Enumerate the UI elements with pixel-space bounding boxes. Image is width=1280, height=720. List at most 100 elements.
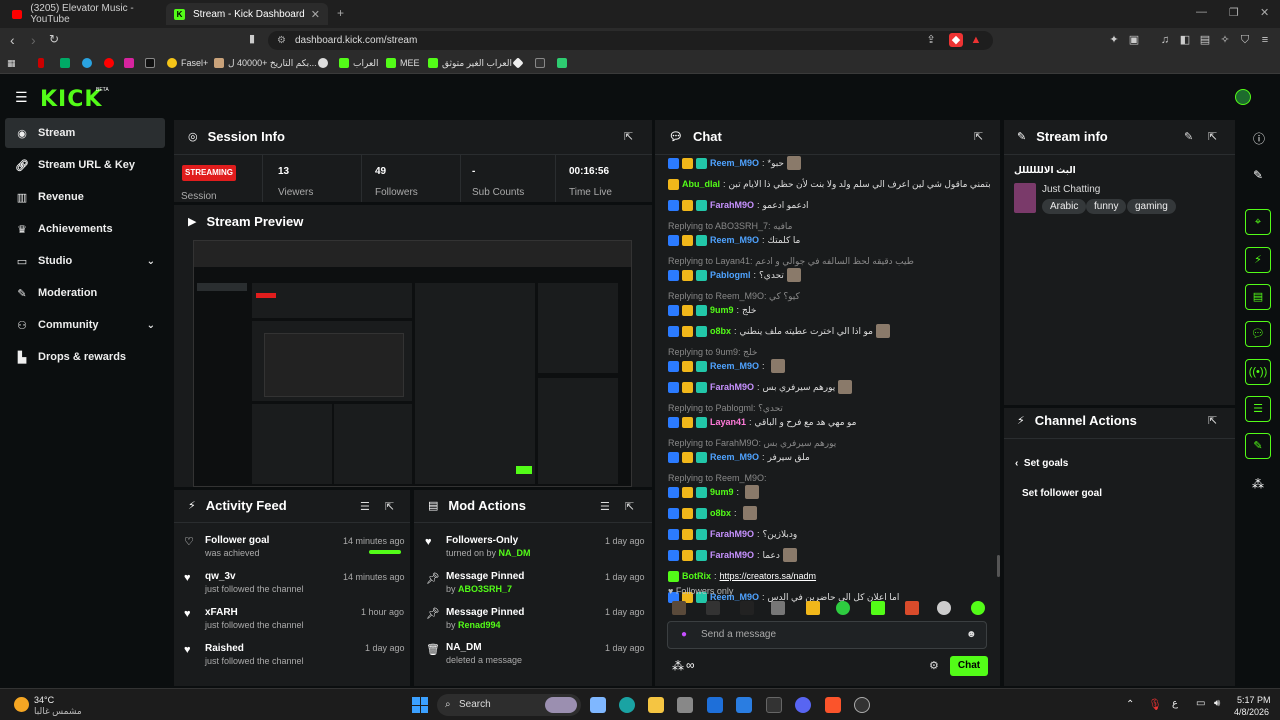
bookmark-fasel[interactable]: Fasel+: [167, 56, 208, 70]
chat-reply-context[interactable]: Replying to FarahM9O: يورهم سيرفري بس: [668, 438, 836, 449]
chat-username[interactable]: FarahM9O: [710, 529, 754, 539]
minimize-icon[interactable]: —: [1196, 6, 1207, 18]
chat-message[interactable]: FarahM9O: يورهم سيرفري بس: [668, 380, 853, 394]
bookmark-green-sq[interactable]: [557, 56, 571, 70]
network-icon[interactable]: ▭: [1196, 698, 1205, 709]
chat-message-text[interactable]: https://creators.sa/nadm: [720, 571, 817, 581]
outlook-icon[interactable]: [707, 697, 723, 713]
chat-username[interactable]: Reem_M9O: [710, 158, 759, 168]
clock-date[interactable]: 4/8/2026: [1234, 707, 1269, 717]
chat-message[interactable]: o8bx:: [668, 506, 757, 520]
send-chat-button[interactable]: Chat: [950, 656, 988, 676]
chat-username[interactable]: Reem_M9O: [710, 235, 759, 245]
windows-start-icon[interactable]: [412, 697, 428, 713]
file-explorer-icon[interactable]: [648, 697, 664, 713]
weather-icon[interactable]: [14, 697, 29, 712]
bookmark-alarab[interactable]: العراب: [339, 56, 379, 70]
extensions-icon[interactable]: ✦: [1107, 33, 1121, 47]
youtube-bookmark-icon[interactable]: [104, 56, 118, 70]
chat-reply-context[interactable]: Replying to ABO3SRH_7: مافيه: [668, 221, 792, 232]
vpn-icon[interactable]: ⛉: [1238, 33, 1252, 47]
chat-message-input[interactable]: ● Send a message ☻: [667, 621, 987, 649]
chat-message[interactable]: Reem_M9O: ملق سيرفر: [668, 450, 810, 464]
emote-icon[interactable]: [937, 601, 951, 615]
bookmark-icon-circle[interactable]: [318, 56, 332, 70]
chat-reply-context[interactable]: Replying to Layan41: طيب دقيقه لحظ السال…: [668, 256, 914, 267]
chat-username[interactable]: Abu_dlal: [682, 179, 720, 189]
mod-action-user[interactable]: ABO3SRH_7: [458, 584, 512, 594]
popout-icon[interactable]: ⇱: [1208, 414, 1217, 427]
media-icon[interactable]: ♫: [1158, 33, 1172, 47]
chat-message[interactable]: o8bx: مو اذا الي اخترت عطيته ملف ينطني: [668, 324, 890, 338]
bookmark-diamond[interactable]: [512, 56, 526, 70]
edge-icon[interactable]: [619, 697, 635, 713]
infinity-icon[interactable]: ∞: [686, 658, 695, 672]
chat-username[interactable]: Layan41: [710, 417, 746, 427]
popout-icon[interactable]: ⇱: [1208, 130, 1217, 143]
copilot-icon[interactable]: [590, 697, 606, 713]
brave-icon[interactable]: [825, 697, 841, 713]
chat-message[interactable]: FarahM9O: دعما: [668, 548, 797, 562]
rail-list-button[interactable]: ☰: [1245, 396, 1271, 422]
chat-reply-context[interactable]: Replying to 9um9: خلج: [668, 347, 757, 358]
site-info-icon[interactable]: ⚙: [277, 31, 286, 50]
chat-message[interactable]: Reem_M9O: ما كلمتك: [668, 233, 800, 247]
share-icon[interactable]: ⇪: [924, 33, 938, 47]
settings-gear-icon[interactable]: ⚙: [929, 659, 939, 672]
telegram-icon[interactable]: [82, 56, 96, 70]
microphone-tray-icon[interactable]: 🎙︎: [1148, 698, 1162, 711]
chat-username[interactable]: FarahM9O: [710, 550, 754, 560]
tiktok-icon[interactable]: [145, 56, 159, 70]
taskbar-search[interactable]: ⌕ Search: [437, 694, 581, 716]
sidebar-item-revenue[interactable]: ▥ Revenue: [5, 182, 165, 212]
sidebar-item-achievements[interactable]: ♛ Achievements: [5, 214, 165, 244]
set-goals-back[interactable]: ‹ Set goals: [1015, 458, 1068, 469]
bookmark-mee[interactable]: MEE: [386, 56, 420, 70]
user-avatar[interactable]: [1235, 89, 1251, 105]
bookmark-c[interactable]: [535, 56, 549, 70]
edit-icon[interactable]: ✎: [1253, 168, 1263, 182]
sidebar-item-drops-rewards[interactable]: ▙ Drops & rewards: [5, 342, 165, 372]
kick-logo[interactable]: KICK: [40, 87, 102, 112]
rail-raid-button[interactable]: ⌖: [1245, 209, 1271, 235]
tag-chip[interactable]: gaming: [1127, 199, 1176, 214]
clock-time[interactable]: 5:17 PM: [1237, 695, 1271, 705]
chat-username[interactable]: o8bx: [710, 508, 731, 518]
chat-message[interactable]: Pablogml: تحدي؟: [668, 268, 801, 282]
tag-chip[interactable]: Arabic: [1042, 199, 1087, 214]
chat-username[interactable]: Pablogml: [710, 270, 751, 280]
chat-username[interactable]: 9um9: [710, 305, 734, 315]
rail-wrench-button[interactable]: ✎: [1245, 433, 1271, 459]
more-icon[interactable]: ⁂: [1252, 477, 1264, 491]
chat-message[interactable]: 9um9: خلج: [668, 303, 756, 317]
emote-icon[interactable]: [971, 601, 985, 615]
volume-icon[interactable]: 🔊︎: [1214, 698, 1220, 709]
chat-username[interactable]: 9um9: [710, 487, 734, 497]
hamburger-menu-icon[interactable]: ☰: [15, 89, 28, 106]
info-icon[interactable]: ⓘ: [1253, 130, 1265, 147]
microphone-icon[interactable]: ●: [681, 622, 687, 648]
chat-message[interactable]: Reem_M9O: *حبو: [668, 156, 801, 170]
emote-icon[interactable]: [806, 601, 820, 615]
rail-chat-button[interactable]: 💬︎: [1245, 321, 1271, 347]
rail-lightning-button[interactable]: ⚡︎: [1245, 247, 1271, 273]
chat-reply-context[interactable]: Replying to Reem_M9O:: [668, 473, 767, 483]
sidebar-item-community[interactable]: ⚇ Community ⌄: [5, 310, 165, 340]
bookmark-icon[interactable]: ▮: [249, 32, 255, 45]
tag-chip[interactable]: funny: [1086, 199, 1127, 214]
sidebar-item-studio[interactable]: ▭ Studio ⌄: [5, 246, 165, 276]
brave-rewards-icon[interactable]: ▲: [969, 33, 983, 47]
chat-scrollbar[interactable]: [997, 555, 1000, 577]
chat-reply-context[interactable]: Replying to Pablogml: تحدي؟: [668, 403, 783, 414]
tray-chevron-icon[interactable]: ⌃: [1126, 699, 1134, 710]
chat-message[interactable]: FarahM9O: ودبلازين؟: [668, 527, 797, 541]
chat-username[interactable]: FarahM9O: [710, 200, 754, 210]
menu-icon[interactable]: ≡: [1258, 33, 1272, 47]
chat-message[interactable]: Reem_M9O:: [668, 359, 785, 373]
close-tab-icon[interactable]: ✕: [311, 8, 320, 21]
chat-username[interactable]: BotRix: [682, 571, 711, 581]
screenshot-icon[interactable]: ▣: [1127, 33, 1141, 47]
leo-icon[interactable]: ✧: [1218, 33, 1232, 47]
maximize-icon[interactable]: ❐: [1229, 6, 1239, 19]
chat-username[interactable]: Reem_M9O: [710, 361, 759, 371]
